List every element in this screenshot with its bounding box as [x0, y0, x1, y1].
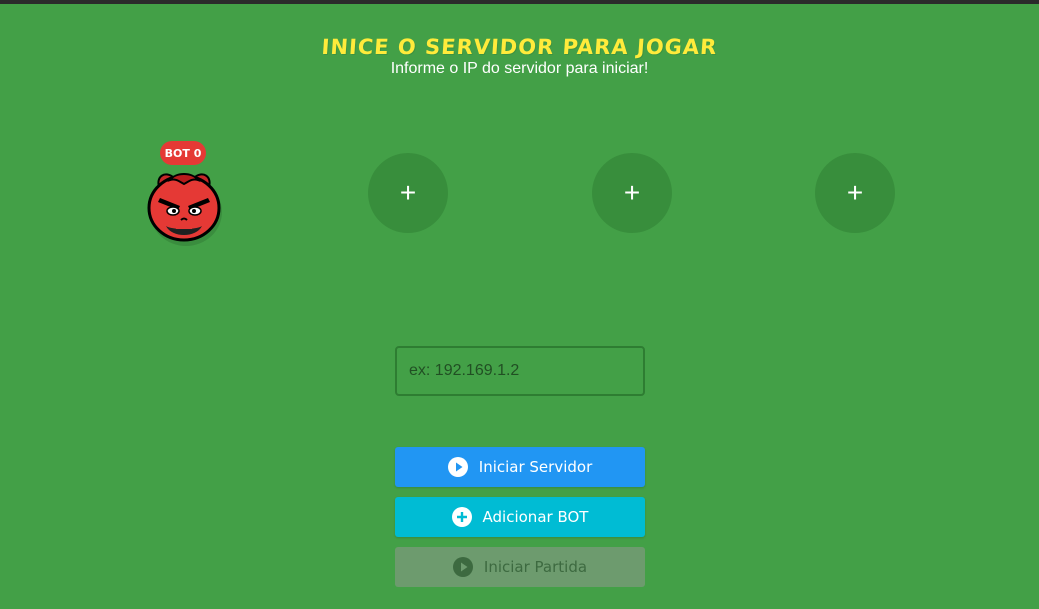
- play-circle-icon: [447, 457, 468, 477]
- page-title: INICE O SERVIDOR PARA JOGAR: [320, 35, 719, 59]
- start-server-button[interactable]: Iniciar Servidor: [395, 447, 645, 487]
- add-player-slot-2[interactable]: +: [592, 153, 672, 233]
- window-top-bar: [0, 0, 1039, 4]
- header: INICE O SERVIDOR PARA JOGAR Informe o IP…: [0, 34, 1039, 79]
- plus-circle-icon: [451, 507, 472, 527]
- play-circle-icon: [452, 557, 473, 577]
- player-slot-bot-0[interactable]: BOT 0: [140, 141, 228, 246]
- red-demon-face-avatar-icon: [144, 168, 224, 246]
- start-match-button[interactable]: Iniciar Partida: [395, 547, 645, 587]
- page-subtitle: Informe o IP do servidor para iniciar!: [390, 60, 649, 77]
- server-ip-input[interactable]: [395, 346, 645, 396]
- add-player-slot-1[interactable]: +: [368, 153, 448, 233]
- add-bot-label: Adicionar BOT: [482, 508, 589, 526]
- start-match-label: Iniciar Partida: [483, 558, 588, 576]
- add-bot-button[interactable]: Adicionar BOT: [395, 497, 645, 537]
- add-player-slot-3[interactable]: +: [815, 153, 895, 233]
- bot-badge: BOT 0: [160, 141, 206, 165]
- start-server-label: Iniciar Servidor: [478, 458, 593, 476]
